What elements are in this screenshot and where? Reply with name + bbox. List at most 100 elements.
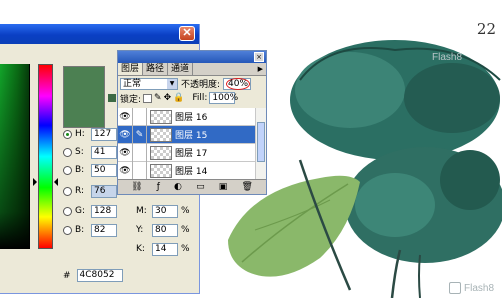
b-field[interactable]: 50	[91, 163, 117, 177]
g-row: G: 128	[63, 204, 117, 218]
link-slot[interactable]	[133, 161, 147, 180]
new-layer-icon[interactable]: ▣	[219, 182, 228, 192]
b-label: B:	[75, 165, 85, 175]
lock-transparent-checkbox[interactable]	[143, 93, 153, 103]
s-radio[interactable]	[63, 147, 72, 157]
hex-label: #	[63, 270, 71, 281]
r-field[interactable]: 76	[91, 184, 117, 198]
eye-icon[interactable]: 👁	[118, 107, 133, 126]
b-radio[interactable]	[63, 165, 72, 175]
lock-move-icon[interactable]: ✥	[164, 93, 172, 103]
color-picker-titlebar: ✕	[0, 24, 199, 44]
layers-panel-titlebar[interactable]: ×	[118, 51, 266, 63]
hue-slider-left-arrow-icon[interactable]	[33, 178, 37, 186]
hex-field[interactable]: 4C8052	[76, 269, 123, 282]
blue-row: B: 82	[63, 223, 117, 237]
layer-row[interactable]: 👁 图层 14	[118, 161, 256, 180]
blue-label: B:	[75, 225, 85, 235]
new-group-icon[interactable]: ▭	[196, 182, 205, 192]
g-label: G:	[75, 206, 86, 216]
layer-name: 图层 17	[175, 149, 208, 159]
lock-brush-icon[interactable]: ✎	[154, 93, 162, 103]
k-unit: %	[181, 244, 190, 254]
watermark-top: Flash8	[431, 52, 462, 63]
trash-icon[interactable]: 🗑	[241, 182, 252, 192]
m-row: M: 30 %	[136, 204, 190, 218]
layer-style-icon[interactable]: ƒ	[157, 182, 160, 192]
layers-panel: × 图层 路径 通道 ▶ 正常 ▼ 不透明度: 40% 锁定: ✎ ✥ 🔒 Fi…	[117, 50, 267, 195]
lock-label: 锁定:	[120, 94, 142, 105]
hue-slider[interactable]	[38, 64, 53, 249]
panel-tabs: 图层 路径 通道 ▶	[118, 63, 266, 76]
r-radio[interactable]	[63, 186, 72, 196]
tab-channels[interactable]: 通道	[168, 63, 194, 75]
blue-radio[interactable]	[63, 225, 72, 235]
lotus-leaf-bottom-right	[345, 147, 502, 263]
lock-row: 锁定: ✎ ✥ 🔒 Fill: 100%	[118, 91, 266, 105]
watermark-bottom-text: Flash8	[463, 282, 494, 294]
k-row: K: 14 %	[136, 242, 190, 256]
y-row: Y: 80 %	[136, 223, 190, 237]
r-row: R: 76	[63, 184, 117, 198]
opacity-field[interactable]: 40%	[223, 77, 252, 90]
g-radio[interactable]	[63, 206, 72, 216]
s-field[interactable]: 41	[91, 145, 117, 159]
layer-name: 图层 16	[175, 113, 208, 123]
chevron-down-icon[interactable]: ▼	[167, 78, 177, 89]
watermark-bottom: Flash8	[448, 282, 494, 294]
layer-scrollbar[interactable]	[255, 108, 266, 180]
blue-field[interactable]: 82	[91, 223, 117, 237]
blend-mode-value: 正常	[123, 78, 142, 89]
lock-all-icon[interactable]: 🔒	[173, 93, 184, 103]
layer-name: 图层 14	[175, 167, 208, 177]
r-label: R:	[75, 186, 85, 196]
g-field[interactable]: 128	[91, 204, 117, 218]
h-field[interactable]: 127	[91, 127, 117, 141]
layer-row[interactable]: 👁 图层 16	[118, 107, 256, 126]
eye-icon[interactable]: 👁	[118, 125, 133, 144]
tab-paths[interactable]: 路径	[143, 63, 169, 75]
opacity-label: 不透明度:	[181, 80, 221, 90]
link-slot[interactable]	[133, 143, 147, 162]
m-field[interactable]: 30	[152, 204, 178, 218]
layer-thumbnail	[150, 109, 172, 124]
panel-menu-arrow-icon[interactable]: ▶	[258, 63, 263, 75]
y-field[interactable]: 80	[152, 223, 178, 237]
scrollbar-thumb[interactable]	[257, 122, 265, 162]
s-label: S:	[75, 147, 84, 157]
page-number: 22	[476, 20, 496, 38]
hex-row: # 4C8052	[63, 269, 123, 282]
m-unit: %	[181, 206, 190, 216]
gamut-warning-icon[interactable]	[108, 94, 116, 102]
layer-thumbnail	[150, 145, 172, 160]
tab-layers[interactable]: 图层	[118, 63, 144, 75]
k-field[interactable]: 14	[152, 242, 178, 256]
fill-field[interactable]: 100%	[209, 92, 238, 104]
flash-logo-icon	[448, 282, 461, 294]
close-button[interactable]: ✕	[179, 26, 195, 41]
k-label: K:	[136, 244, 145, 254]
eye-icon[interactable]: 👁	[118, 143, 133, 162]
fill-label: Fill:	[192, 93, 208, 103]
panel-close-button[interactable]: ×	[254, 52, 264, 62]
color-field-shade	[0, 64, 30, 249]
blend-mode-select[interactable]: 正常 ▼	[120, 77, 178, 90]
layer-list: 👁 图层 16 👁 ✎ 图层 15 👁 图层 17 👁 图层 14	[118, 107, 256, 180]
link-layers-icon[interactable]: ⛓	[131, 182, 142, 192]
m-label: M:	[136, 206, 147, 216]
layers-bottom-toolbar: ⛓ ƒ ◐ ▭ ▣ 🗑	[118, 179, 266, 194]
hue-slider-right-arrow-icon[interactable]	[54, 178, 58, 186]
opacity-value: 40%	[226, 77, 251, 90]
eye-icon[interactable]: 👁	[118, 161, 133, 180]
layer-thumbnail	[150, 127, 172, 142]
blend-row: 正常 ▼ 不透明度: 40%	[118, 76, 266, 91]
link-slot[interactable]	[133, 107, 147, 126]
layer-row-selected[interactable]: 👁 ✎ 图层 15	[118, 125, 256, 144]
lotus-leaf-top	[290, 40, 501, 160]
brush-icon[interactable]: ✎	[133, 125, 147, 144]
layer-thumbnail	[150, 163, 172, 178]
h-radio[interactable]	[63, 129, 72, 139]
layer-name: 图层 15	[175, 131, 208, 141]
adjustment-layer-icon[interactable]: ◐	[174, 182, 182, 192]
layer-row[interactable]: 👁 图层 17	[118, 143, 256, 162]
